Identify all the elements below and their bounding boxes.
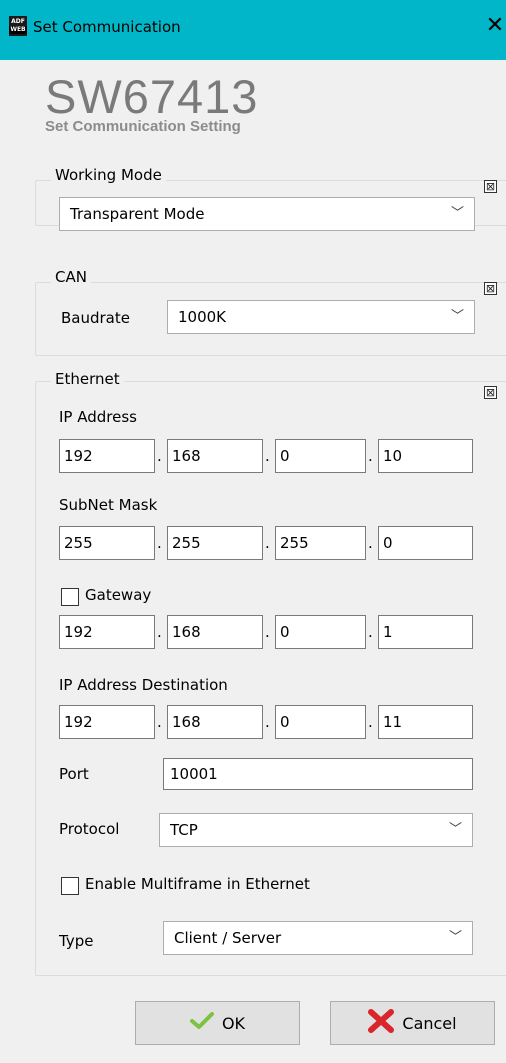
type-select[interactable]: Client / Server ﹀ — [163, 921, 473, 955]
ip-dot: . — [157, 713, 162, 731]
ip-dot: . — [157, 447, 162, 465]
subnet-octet-2[interactable]: 255 — [167, 526, 263, 560]
ip-dot: . — [265, 447, 270, 465]
ip-destination-octet-1[interactable]: 192 — [59, 705, 155, 739]
chevron-down-icon: ﹀ — [450, 206, 464, 221]
title-bar: ADF WEB Set Communication ✕ — [0, 0, 506, 60]
window-title: Set Communication — [33, 18, 181, 36]
app-logo-icon: ADF WEB — [9, 16, 27, 36]
port-input[interactable]: 10001 — [163, 758, 473, 790]
port-label: Port — [59, 765, 89, 783]
ip-address-octet-4[interactable]: 10 — [378, 439, 473, 473]
gateway-octet-1[interactable]: 192 — [59, 615, 155, 649]
ip-dot: . — [368, 713, 373, 731]
chevron-down-icon: ﹀ — [448, 930, 462, 945]
can-collapse-icon[interactable]: ⊠ — [484, 282, 497, 295]
cancel-button-label: Cancel — [402, 1013, 457, 1033]
ip-dot: . — [265, 534, 270, 552]
ip-address-label: IP Address — [59, 408, 137, 426]
can-group-title: CAN — [51, 268, 91, 286]
ip-dot: . — [265, 623, 270, 641]
type-label: Type — [59, 932, 94, 950]
baudrate-label: Baudrate — [61, 309, 130, 327]
subnet-octet-1[interactable]: 255 — [59, 526, 155, 560]
ip-dot: . — [368, 623, 373, 641]
ip-destination-octet-2[interactable]: 168 — [167, 705, 263, 739]
ethernet-group-title: Ethernet — [51, 370, 124, 388]
ip-destination-label: IP Address Destination — [59, 676, 228, 694]
close-icon[interactable]: ✕ — [484, 12, 506, 40]
subnet-octet-3[interactable]: 255 — [275, 526, 366, 560]
gateway-octet-4[interactable]: 1 — [378, 615, 473, 649]
app-logo-top-text: ADF — [11, 18, 25, 25]
baudrate-select[interactable]: 1000K ﹀ — [167, 300, 475, 334]
working-mode-select[interactable]: Transparent Mode ﹀ — [59, 197, 475, 231]
product-name: SW67413 — [45, 70, 259, 123]
ip-dot: . — [265, 713, 270, 731]
gateway-label: Gateway — [85, 586, 152, 604]
red-x-icon — [368, 1009, 395, 1037]
ok-button-label: OK — [221, 1013, 246, 1033]
ip-dot: . — [157, 534, 162, 552]
ip-dot: . — [157, 623, 162, 641]
gateway-octet-2[interactable]: 168 — [167, 615, 263, 649]
protocol-select[interactable]: TCP ﹀ — [159, 813, 473, 847]
page-subtitle: Set Communication Setting — [45, 118, 241, 135]
ok-button[interactable]: OK — [135, 1001, 300, 1045]
ip-destination-octet-3[interactable]: 0 — [275, 705, 366, 739]
enable-multiframe-checkbox[interactable] — [61, 877, 79, 895]
working-mode-collapse-icon[interactable]: ⊠ — [484, 180, 497, 193]
checkmark-icon — [189, 1012, 214, 1034]
baudrate-selected-value: 1000K — [178, 308, 227, 326]
cancel-button[interactable]: Cancel — [330, 1001, 495, 1045]
chevron-down-icon: ﹀ — [450, 309, 464, 324]
gateway-octet-3[interactable]: 0 — [275, 615, 366, 649]
protocol-selected-value: TCP — [170, 821, 198, 839]
type-selected-value: Client / Server — [174, 929, 282, 947]
ip-address-octet-2[interactable]: 168 — [167, 439, 263, 473]
protocol-label: Protocol — [59, 820, 120, 838]
ip-destination-octet-4[interactable]: 11 — [378, 705, 473, 739]
working-mode-title: Working Mode — [51, 166, 166, 184]
ethernet-collapse-icon[interactable]: ⊠ — [484, 386, 497, 399]
chevron-down-icon: ﹀ — [448, 822, 462, 837]
ip-dot: . — [368, 447, 373, 465]
ip-address-octet-3[interactable]: 0 — [275, 439, 366, 473]
subnet-mask-label: SubNet Mask — [59, 496, 158, 514]
gateway-checkbox[interactable] — [61, 588, 79, 606]
ip-address-octet-1[interactable]: 192 — [59, 439, 155, 473]
working-mode-selected-value: Transparent Mode — [70, 205, 205, 223]
set-communication-window: ADF WEB Set Communication ✕ SW67413 Set … — [0, 0, 506, 1063]
enable-multiframe-label: Enable Multiframe in Ethernet — [85, 875, 310, 893]
subnet-octet-4[interactable]: 0 — [378, 526, 473, 560]
ip-dot: . — [368, 534, 373, 552]
app-logo-bottom-text: WEB — [9, 26, 27, 34]
